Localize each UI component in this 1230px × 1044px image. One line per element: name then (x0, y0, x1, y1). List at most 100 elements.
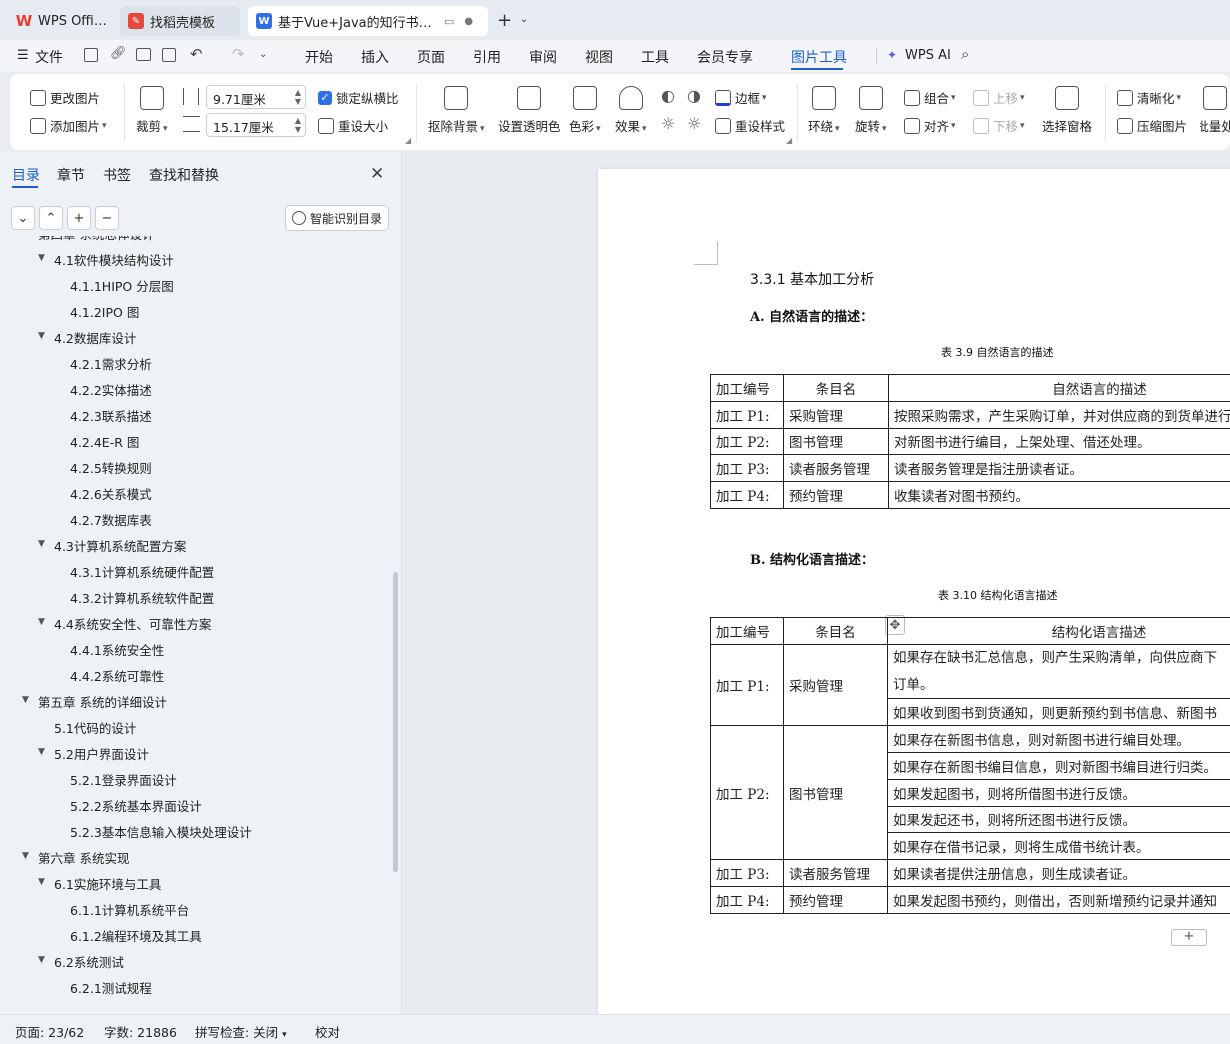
table-cell[interactable]: 预约管理 (783, 481, 889, 509)
group-button[interactable]: 组合 ▾ (904, 88, 956, 107)
menu-picture-tools[interactable]: 图片工具 (791, 47, 847, 67)
table-cell[interactable]: 加工 P4: (710, 885, 784, 914)
table-cell[interactable]: 如果存在新图书信息，则对新图书进行编目处理。 (887, 725, 1230, 753)
print-icon[interactable] (136, 48, 151, 61)
table-cell[interactable]: 如果收到图书到货通知，则更新预约到书信息、新图书 (887, 698, 1230, 727)
decrease-contrast-icon[interactable]: ☼ (687, 114, 701, 133)
smart-toc-button[interactable]: 智能识别目录 (285, 205, 389, 231)
compress-image-button[interactable]: 压缩图片 (1117, 116, 1187, 135)
expand-caret-icon[interactable]: ▼ (38, 955, 45, 965)
add-heading-icon[interactable]: + (67, 206, 91, 230)
expand-caret-icon[interactable]: ▼ (38, 877, 45, 887)
toc-item[interactable]: 5.1代码的设计 (0, 718, 390, 738)
move-up-button[interactable]: 上移 ▾ (973, 88, 1025, 107)
expand-caret-icon[interactable]: ▼ (22, 695, 29, 705)
toc-item[interactable]: 4.3.1计算机系统硬件配置 (0, 562, 390, 582)
tab-document[interactable]: W 基于Vue+Java的知行书海图书 ▭ ● (248, 6, 488, 36)
lock-aspect-checkbox[interactable]: ✓ 锁定纵横比 (318, 88, 399, 107)
menu-tools[interactable]: 工具 (641, 47, 669, 67)
dialog-launcher-icon[interactable]: ◢ (786, 136, 792, 145)
table-cell[interactable]: 如果发起图书预约，则借出，否则新增预约记录并通知 (887, 885, 1230, 914)
table-cell[interactable]: 如果存在缺书汇总信息，则产生采购清单，向供应商下 订单。 (887, 643, 1230, 700)
remove-background-button[interactable]: 抠除背景 ▾ (428, 86, 485, 135)
nav-tab-toc[interactable]: 目录 (12, 165, 40, 185)
add-table-row-icon[interactable]: + (1171, 929, 1207, 946)
toc-item[interactable]: 4.2.2实体描述 (0, 380, 390, 400)
selection-pane-button[interactable]: 选择窗格 (1042, 86, 1092, 135)
toc-item[interactable]: 4.2.7数据库表 (0, 510, 390, 530)
toc-item[interactable]: 4.2.1需求分析 (0, 354, 390, 374)
table-cell[interactable]: 加工 P4: (710, 481, 784, 509)
menu-member[interactable]: 会员专享 (697, 47, 753, 67)
toc-item[interactable]: ▼ 第五章 系统的详细设计 (0, 692, 390, 712)
table-cell[interactable]: 采购管理 (783, 400, 889, 429)
table-header-cell[interactable]: 加工编号 (710, 617, 784, 645)
toc-item[interactable]: 4.4.1系统安全性 (0, 640, 390, 660)
toc-item[interactable]: 4.1.2IPO 图 (0, 302, 390, 322)
toc-item[interactable]: ▼ 6.2系统测试 (0, 952, 390, 972)
menu-file[interactable]: 文件 (35, 47, 63, 67)
table-cell[interactable]: 图书管理 (783, 725, 888, 861)
toc-item[interactable]: ▼ 第四章 系统总体设计 (0, 236, 390, 244)
toc-item[interactable]: 5.2.3基本信息输入模块处理设计 (0, 822, 390, 842)
resize-button[interactable]: 重设大小 (318, 116, 388, 135)
menu-insert[interactable]: 插入 (361, 47, 389, 67)
table-cell[interactable]: 收集读者对图书预约。 (888, 481, 1230, 509)
proofread-button[interactable]: 校对 (315, 1022, 340, 1041)
toc-item[interactable]: 6.1.1计算机系统平台 (0, 900, 390, 920)
move-down-button[interactable]: 下移 ▾ (973, 116, 1025, 135)
toc-item[interactable]: ▼ 6.1实施环境与工具 (0, 874, 390, 894)
spin-arrows-icon[interactable]: ▲ ▼ (295, 88, 301, 106)
border-button[interactable]: 边框 ▾ (715, 88, 767, 107)
table-cell[interactable]: 读者服务管理 (783, 454, 889, 483)
expand-caret-icon[interactable]: ▼ (38, 747, 45, 757)
undo-icon[interactable]: ↶ (190, 45, 203, 63)
redo-icon[interactable]: ↷ (232, 45, 245, 63)
sharpen-button[interactable]: 清晰化 ▾ (1117, 88, 1181, 107)
expand-caret-icon[interactable]: ▼ (38, 539, 45, 549)
increase-brightness-icon[interactable]: ◐ (661, 86, 675, 105)
new-tab-plus-icon[interactable]: + (497, 10, 512, 31)
toc-item[interactable]: ▼ 4.2数据库设计 (0, 328, 390, 348)
color-button[interactable]: 色彩 ▾ (569, 86, 601, 135)
tab-wps-office[interactable]: W WPS Office (8, 6, 116, 36)
word-count[interactable]: 字数: 21886 (104, 1022, 177, 1041)
table-cell[interactable]: 加工 P2: (710, 427, 784, 456)
table-header-cell[interactable]: 加工编号 (710, 374, 784, 402)
quick-access-chevron-icon[interactable]: ⌄ (259, 49, 267, 60)
toc-item[interactable]: ▼ 4.3计算机系统配置方案 (0, 536, 390, 556)
print-preview-icon[interactable] (162, 48, 176, 62)
dialog-launcher-icon[interactable]: ◢ (405, 136, 411, 145)
expand-caret-icon[interactable]: ▼ (22, 236, 29, 237)
hamburger-icon[interactable]: ☰ (17, 48, 29, 63)
table-cell[interactable]: 如果发起还书，则将所还图书进行反馈。 (887, 805, 1230, 834)
expand-up-icon[interactable]: ⌃ (39, 206, 63, 230)
table-cell[interactable]: 图书管理 (783, 427, 889, 456)
table-cell[interactable]: 对新图书进行编目，上架处理、借还处理。 (888, 427, 1230, 456)
expand-caret-icon[interactable]: ▼ (22, 851, 29, 861)
toc-item[interactable]: 4.2.6关系模式 (0, 484, 390, 504)
table-header-cell[interactable]: 条目名 (783, 617, 888, 645)
toc-item[interactable]: 4.4.2系统可靠性 (0, 666, 390, 686)
table-cell[interactable]: 加工 P1: (710, 400, 784, 429)
table-cell[interactable]: 如果存在借书记录，则将生成借书统计表。 (887, 832, 1230, 861)
toc-item[interactable]: ▼ 5.2用户界面设计 (0, 744, 390, 764)
close-icon[interactable]: ✕ (370, 164, 384, 184)
spell-check-status[interactable]: 拼写检查: 关闭 ▾ (195, 1022, 287, 1041)
wrap-button[interactable]: 环绕 ▾ (808, 86, 840, 135)
table-cell[interactable]: 如果存在新图书编目信息，则对新图书编目进行归类。 (887, 751, 1230, 780)
toc-item[interactable]: ▼ 4.1软件模块结构设计 (0, 250, 390, 270)
menu-view[interactable]: 视图 (585, 47, 613, 67)
table-cell[interactable]: 如果发起图书，则将所借图书进行反馈。 (887, 778, 1230, 807)
menu-references[interactable]: 引用 (473, 47, 501, 67)
toc-item[interactable]: 4.1.1HIPO 分层图 (0, 276, 390, 296)
table-cell[interactable]: 预约管理 (783, 885, 888, 914)
table-cell[interactable]: 如果读者提供注册信息，则生成读者证。 (887, 859, 1230, 887)
menu-wps-ai[interactable]: WPS AI (905, 48, 951, 63)
decrease-brightness-icon[interactable]: ◑ (687, 86, 701, 105)
table-cell[interactable]: 读者服务管理是指注册读者证。 (888, 454, 1230, 483)
menu-review[interactable]: 审阅 (529, 47, 557, 67)
toc-item[interactable]: 5.2.1登录界面设计 (0, 770, 390, 790)
nav-tab-bookmarks[interactable]: 书签 (103, 165, 131, 185)
share-link-icon[interactable]: 🔗︎ (110, 46, 127, 61)
